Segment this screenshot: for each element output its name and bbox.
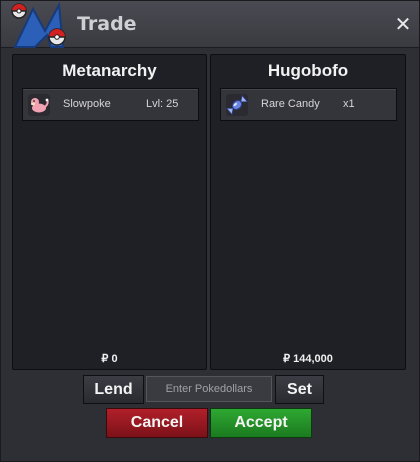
lend-button[interactable]: Lend xyxy=(83,375,144,404)
item-name: Rare Candy xyxy=(261,98,320,110)
window-title: Trade xyxy=(77,13,137,35)
set-button[interactable]: Set xyxy=(275,375,324,404)
money-amount: ₽ 0 xyxy=(101,353,118,365)
item-level: Lvl: 25 xyxy=(146,98,179,110)
player-name: Metanarchy xyxy=(62,61,157,80)
player-name: Hugobofo xyxy=(267,61,349,80)
offer-item[interactable]: Slowpoke Lvl: 25 xyxy=(22,88,199,121)
offer-item[interactable]: Rare Candy x1 xyxy=(220,88,397,121)
slowpoke-icon xyxy=(28,94,50,116)
my-offer-panel: Metanarchy Slowpoke Lvl: 25 ₽ 0 xyxy=(12,54,207,370)
money-amount: ₽ 144,000 xyxy=(283,353,333,365)
title-bar[interactable]: Trade ✕ xyxy=(1,1,419,48)
cancel-button[interactable]: Cancel xyxy=(106,408,208,438)
item-quantity: x1 xyxy=(343,98,355,110)
pokeball-logo-icon xyxy=(11,1,66,48)
item-name: Slowpoke xyxy=(63,98,111,110)
close-icon[interactable]: ✕ xyxy=(393,14,413,34)
accept-button[interactable]: Accept xyxy=(210,408,312,438)
their-offer-panel: Hugobofo Rare Candy x1 ₽ 144,000 xyxy=(210,54,406,370)
trade-window: Trade ✕ Metanarchy Slowpoke Lvl: 25 ₽ 0 … xyxy=(0,0,420,462)
pokedollars-input[interactable] xyxy=(146,376,272,402)
rare-candy-icon xyxy=(226,94,248,116)
